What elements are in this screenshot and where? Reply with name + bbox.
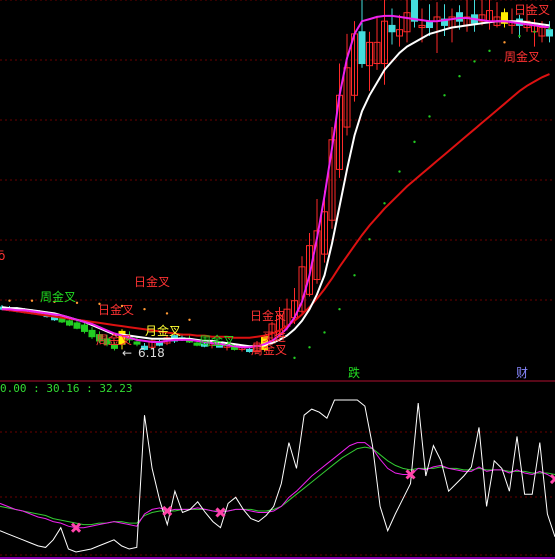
signal-dot [533, 30, 536, 33]
candle-body [546, 29, 553, 37]
indicator-readout: 0.00 : 30.16 : 32.23 [0, 382, 132, 395]
signal-dot [458, 75, 461, 78]
candle-body [133, 341, 141, 345]
indicator-line-magenta [0, 442, 555, 529]
signal-dot [473, 60, 476, 63]
candle-body [88, 329, 96, 338]
candlestick-series [0, 0, 553, 354]
left-edge-mark: ō [0, 249, 5, 263]
indicator-line-green [0, 446, 555, 526]
indicator-cross-markers [70, 469, 555, 533]
signal-dot [428, 115, 431, 118]
moving-average-red [1, 73, 550, 339]
label-mai-jin: 买进 [262, 330, 286, 344]
signal-dot [548, 27, 551, 30]
signal-dot [323, 331, 326, 334]
candle-body [58, 318, 66, 323]
signal-dot [368, 238, 371, 241]
label-zhou-jincha-mid: 周金叉 [96, 332, 132, 347]
signal-dot [488, 49, 491, 53]
signal-dot [308, 346, 311, 349]
price-low-label: 6.18 [138, 346, 165, 360]
candle-body [73, 322, 81, 329]
label-zhou-jincha-right: 周金叉 [199, 333, 235, 348]
label-ri-jincha-top: 日金叉 [134, 274, 170, 289]
signal-dot [338, 307, 341, 311]
price-low-arrow: ← [122, 346, 132, 360]
signal-dot [383, 202, 386, 205]
moving-average-magenta [2, 14, 550, 349]
signal-dot [188, 318, 191, 321]
label-ri-jincha-right: 日金叉 [250, 308, 286, 323]
label-zhou-jincha-last: 周金叉 [251, 342, 287, 357]
signal-dot [8, 299, 11, 302]
signal-dot [293, 356, 296, 360]
moving-average-white [1, 20, 550, 348]
signal-dot [413, 140, 416, 144]
signal-dot [443, 94, 446, 97]
label-zhou-jincha-upper-right: 周金叉 [504, 49, 540, 64]
signal-dot [503, 41, 506, 44]
candle-body [66, 320, 73, 326]
signal-dot [30, 299, 34, 302]
label-ri-jincha-upper-right: 日金叉 [514, 2, 550, 17]
label-die: 跌 [348, 365, 360, 380]
candle-body [388, 24, 396, 33]
stock-chart: ō 日金叉 周金叉 日金叉 月金叉 周金叉 周金叉 ← 6.18 日金叉 买进 … [0, 0, 555, 559]
candle-body [156, 342, 163, 346]
signal-dot [398, 170, 401, 173]
indicator-line-white [0, 399, 555, 553]
signal-dot [165, 312, 169, 315]
label-yue-jincha: 月金叉 [145, 323, 181, 338]
candle-body [456, 12, 463, 22]
label-zhou-jincha-left: 周金叉 [40, 289, 76, 304]
candle-body [81, 324, 88, 332]
signal-dot [143, 307, 146, 311]
signal-dot [353, 274, 356, 277]
candle-body [358, 31, 366, 65]
label-cai: 财 [516, 366, 528, 380]
signal-dot [518, 34, 521, 38]
signal-dot [75, 301, 79, 305]
label-ri-jincha-mid: 日金叉 [98, 302, 134, 317]
